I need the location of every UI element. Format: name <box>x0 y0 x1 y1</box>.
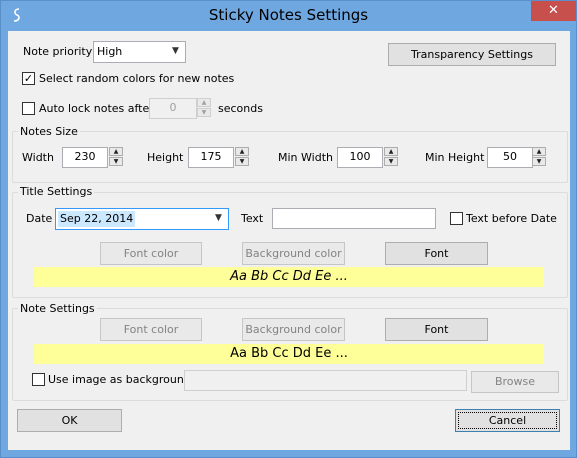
spin-up-icon[interactable]: ▲ <box>532 147 546 156</box>
text-before-date-checkbox[interactable] <box>450 212 463 225</box>
spin-down-icon[interactable]: ▼ <box>109 157 123 166</box>
auto-lock-spinner[interactable]: ▲ ▼ <box>197 98 211 119</box>
random-colors-label: Select random colors for new notes <box>39 72 235 85</box>
width-label: Width <box>22 151 54 164</box>
title-text-input[interactable] <box>272 208 436 229</box>
height-label: Height <box>147 151 184 164</box>
use-image-label: Use image as background <box>48 373 191 386</box>
date-label: Date <box>26 212 53 225</box>
chevron-down-icon: ▼ <box>215 213 222 223</box>
note-priority-value: High <box>97 45 123 58</box>
min-height-label: Min Height <box>425 151 485 164</box>
text-before-date-label: Text before Date <box>466 212 557 225</box>
spin-down-icon[interactable]: ▼ <box>197 108 211 117</box>
ok-button[interactable]: OK <box>17 409 122 432</box>
cancel-button[interactable]: Cancel <box>455 409 560 432</box>
notes-size-title: Notes Size <box>18 125 80 139</box>
image-path-input[interactable] <box>184 370 467 391</box>
browse-button[interactable]: Browse <box>471 371 559 393</box>
date-format-value: Sep 22, 2014 <box>58 211 136 227</box>
note-priority-label: Note priority <box>23 45 93 58</box>
note-settings-title: Note Settings <box>18 302 97 316</box>
width-input[interactable]: 230 <box>62 147 108 168</box>
title-preview: Aa Bb Cc Dd Ee ... <box>34 267 544 287</box>
title-font-color-button[interactable]: Font color <box>100 242 202 265</box>
title-background-color-button[interactable]: Background color <box>242 242 345 265</box>
note-font-color-button[interactable]: Font color <box>100 318 202 341</box>
random-colors-checkbox[interactable]: ✓ <box>22 72 35 85</box>
dialog-body: Note priority High ▼ Transparency Settin… <box>8 31 570 450</box>
close-icon: ✕ <box>548 3 559 18</box>
note-priority-select[interactable]: High ▼ <box>93 41 186 63</box>
title-bar[interactable]: Sticky Notes Settings ✕ <box>1 1 576 31</box>
title-settings-title: Title Settings <box>18 185 95 199</box>
auto-lock-label: Auto lock notes after <box>39 102 154 115</box>
spin-down-icon[interactable]: ▼ <box>235 157 249 166</box>
title-font-button[interactable]: Font <box>385 242 488 265</box>
spin-up-icon[interactable]: ▲ <box>235 147 249 156</box>
chevron-down-icon: ▼ <box>172 46 179 56</box>
note-background-color-button[interactable]: Background color <box>242 318 345 341</box>
height-spinner[interactable]: ▲ ▼ <box>235 147 249 168</box>
note-preview: Aa Bb Cc Dd Ee ... <box>34 344 544 364</box>
close-button[interactable]: ✕ <box>531 1 576 21</box>
text-label: Text <box>241 212 264 225</box>
spin-up-icon[interactable]: ▲ <box>384 147 398 156</box>
auto-lock-checkbox[interactable] <box>22 102 35 115</box>
width-spinner[interactable]: ▲ ▼ <box>109 147 123 168</box>
height-input[interactable]: 175 <box>188 147 234 168</box>
window-title: Sticky Notes Settings <box>208 6 369 24</box>
spin-down-icon[interactable]: ▼ <box>532 157 546 166</box>
min-width-spinner[interactable]: ▲ ▼ <box>384 147 398 168</box>
min-height-spinner[interactable]: ▲ ▼ <box>532 147 546 168</box>
min-width-label: Min Width <box>278 151 333 164</box>
checkmark-icon: ✓ <box>23 72 34 85</box>
settings-window: Sticky Notes Settings ✕ Note priority Hi… <box>0 0 577 458</box>
date-format-select[interactable]: Sep 22, 2014 ▼ <box>55 208 229 230</box>
transparency-settings-button[interactable]: Transparency Settings <box>388 43 556 66</box>
note-font-button[interactable]: Font <box>385 318 488 341</box>
spin-down-icon[interactable]: ▼ <box>384 157 398 166</box>
use-image-checkbox[interactable] <box>32 373 45 386</box>
min-width-input[interactable]: 100 <box>337 147 383 168</box>
spin-up-icon[interactable]: ▲ <box>109 147 123 156</box>
auto-lock-seconds-input[interactable]: 0 <box>149 98 197 119</box>
spin-up-icon[interactable]: ▲ <box>197 98 211 107</box>
seconds-label: seconds <box>218 102 263 115</box>
min-height-input[interactable]: 50 <box>487 147 533 168</box>
